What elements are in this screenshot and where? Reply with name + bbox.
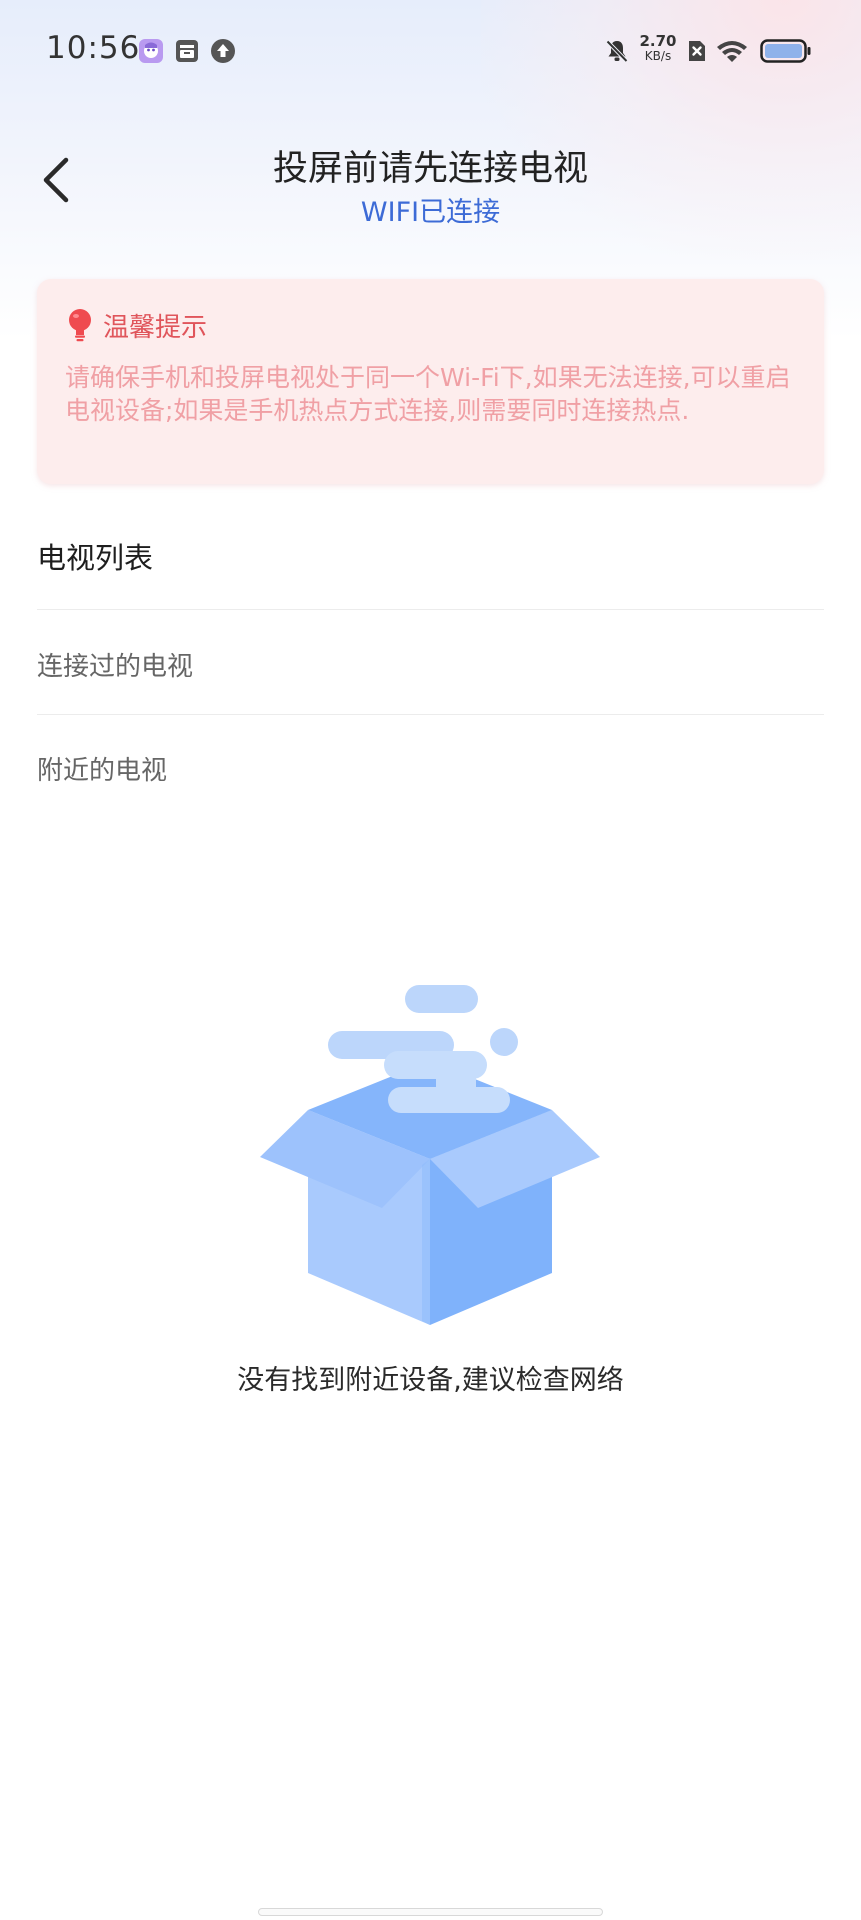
upload-icon [210, 38, 236, 64]
mute-bell-icon [604, 38, 630, 64]
tv-list-header: 电视列表 [37, 541, 154, 575]
status-bar: 10:56 2.70 KB/s [0, 0, 861, 100]
archive-icon [174, 38, 200, 64]
empty-box-icon [250, 975, 610, 1335]
battery-icon [760, 38, 812, 64]
wifi-status: WIFI已连接 [360, 197, 501, 228]
lightbulb-icon [69, 308, 91, 341]
wifi-icon [715, 38, 749, 64]
tip-card: 温馨提示 请确保手机和投屏电视处于同一个Wi-Fi下,如果无法连接,可以重启电视… [37, 279, 824, 484]
page-title: 投屏前请先连接电视 [272, 149, 588, 189]
net-speed-indicator: 2.70 KB/s [638, 34, 678, 64]
tip-title: 温馨提示 [103, 313, 208, 343]
sim-off-icon [684, 38, 710, 64]
home-indicator[interactable] [258, 1908, 603, 1916]
app-avatar-icon [138, 38, 164, 64]
net-speed-value: 2.70 [639, 32, 677, 50]
nearby-tv-section[interactable]: 附近的电视 [37, 750, 167, 787]
net-speed-unit: KB/s [644, 49, 672, 63]
divider [37, 714, 824, 715]
empty-state-message: 没有找到附近设备,建议检查网络 [237, 1365, 624, 1396]
tip-header: 温馨提示 [67, 307, 207, 344]
connected-tv-section[interactable]: 连接过的电视 [37, 646, 193, 683]
tip-message: 请确保手机和投屏电视处于同一个Wi-Fi下,如果无法连接,可以重启电视设备;如果… [65, 363, 791, 425]
divider [37, 609, 824, 610]
status-time: 10:56 [46, 30, 141, 66]
